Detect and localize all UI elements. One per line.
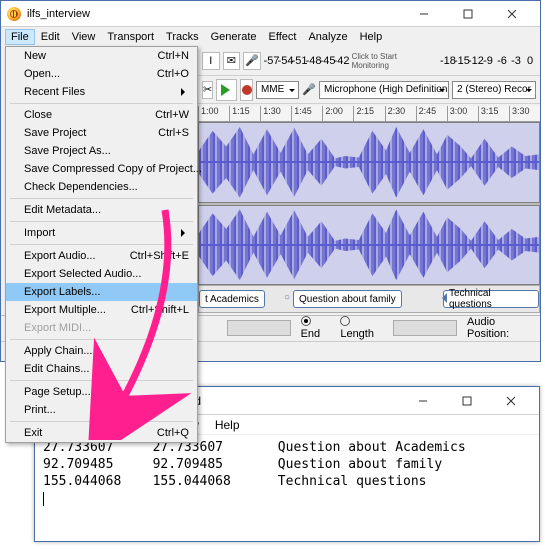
meter-left: -57-54-51-48-45-42 bbox=[264, 55, 346, 67]
minimize-button[interactable] bbox=[402, 1, 446, 27]
menu-tracks[interactable]: Tracks bbox=[160, 29, 205, 45]
file-menu-save-project-as[interactable]: Save Project As... bbox=[6, 142, 197, 160]
notepad-text-area[interactable]: 27.733607 27.733607 Question about Acade… bbox=[35, 435, 539, 511]
sel-end-field[interactable] bbox=[393, 320, 457, 336]
audacity-title: ilfs_interview bbox=[27, 8, 402, 20]
file-menu-page-setup[interactable]: Page Setup... bbox=[6, 383, 197, 401]
file-menu-save-project[interactable]: Save ProjectCtrl+S bbox=[6, 124, 197, 142]
audacity-logo-icon bbox=[7, 7, 21, 21]
end-radio[interactable] bbox=[301, 316, 311, 326]
record-button[interactable] bbox=[240, 79, 253, 101]
transport-row: ✂ MME 🎤 Microphone (High Definition 2 (S… bbox=[198, 76, 540, 104]
menu-view[interactable]: View bbox=[66, 29, 102, 45]
host-select[interactable]: MME bbox=[256, 81, 299, 99]
file-menu-recent-files[interactable]: Recent Files bbox=[6, 83, 197, 101]
file-menu-check-dependencies[interactable]: Check Dependencies... bbox=[6, 178, 197, 196]
file-menu-export-audio[interactable]: Export Audio...Ctrl+Shift+E bbox=[6, 247, 197, 265]
menu-effect[interactable]: Effect bbox=[263, 29, 303, 45]
maximize-button[interactable] bbox=[446, 1, 490, 27]
length-radio[interactable] bbox=[340, 316, 350, 326]
file-menu-save-compressed-copy-of-project[interactable]: Save Compressed Copy of Project... bbox=[6, 160, 197, 178]
time-ruler[interactable]: 1:001:151:301:452:002:152:302:453:003:15… bbox=[198, 106, 540, 122]
file-menu-import[interactable]: Import bbox=[6, 224, 197, 242]
label-marker[interactable]: t Academics bbox=[199, 290, 265, 308]
menu-file[interactable]: File bbox=[5, 29, 35, 45]
waveform-channel-1[interactable] bbox=[198, 122, 540, 203]
meter-row: I ✉ 🎤 -57-54-51-48-45-42 Click to Start … bbox=[198, 46, 540, 76]
file-menu-new[interactable]: NewCtrl+N bbox=[6, 47, 197, 65]
file-menu-export-midi: Export MIDI... bbox=[6, 319, 197, 337]
audacity-window: ilfs_interview FileEditViewTransportTrac… bbox=[0, 0, 541, 362]
label-track[interactable]: t Academics Question about family Technica… bbox=[198, 285, 540, 313]
waveform-area[interactable] bbox=[198, 122, 540, 285]
file-menu-export-labels[interactable]: Export Labels... bbox=[6, 283, 197, 301]
tool-icon[interactable]: ✉ bbox=[223, 52, 241, 70]
channels-select[interactable]: 2 (Stereo) Recor bbox=[452, 81, 536, 99]
np-minimize-button[interactable] bbox=[401, 388, 445, 414]
file-menu-edit-metadata[interactable]: Edit Metadata... bbox=[6, 201, 197, 219]
start-monitor-label[interactable]: Click to Start Monitoring bbox=[349, 52, 437, 70]
np-maximize-button[interactable] bbox=[445, 388, 489, 414]
file-menu-close[interactable]: CloseCtrl+W bbox=[6, 106, 197, 124]
label-marker[interactable]: Technical questions bbox=[443, 290, 539, 308]
file-menu-open[interactable]: Open...Ctrl+O bbox=[6, 65, 197, 83]
play-button[interactable] bbox=[216, 79, 237, 101]
audacity-menubar: FileEditViewTransportTracksGenerateEffec… bbox=[1, 27, 540, 46]
file-menu-exit[interactable]: ExitCtrl+Q bbox=[6, 424, 197, 442]
sel-start-field[interactable] bbox=[227, 320, 291, 336]
menu-generate[interactable]: Generate bbox=[205, 29, 263, 45]
menu-edit[interactable]: Edit bbox=[35, 29, 66, 45]
audacity-titlebar: ilfs_interview bbox=[1, 1, 540, 27]
file-menu-print[interactable]: Print... bbox=[6, 401, 197, 419]
file-menu-export-multiple[interactable]: Export Multiple...Ctrl+Shift+L bbox=[6, 301, 197, 319]
file-menu-edit-chains[interactable]: Edit Chains... bbox=[6, 360, 197, 378]
label-marker[interactable]: Question about family bbox=[293, 290, 402, 308]
audio-pos-label: Audio Position: bbox=[467, 316, 534, 340]
close-button[interactable] bbox=[490, 1, 534, 27]
menu-transport[interactable]: Transport bbox=[101, 29, 160, 45]
menu-help[interactable]: Help bbox=[354, 29, 389, 45]
np-menu-help[interactable]: Help bbox=[207, 416, 248, 434]
mic-icon: 🎤 bbox=[302, 83, 316, 96]
meter-right: -18-15-12-9-6-30 bbox=[440, 55, 536, 67]
tool-icon[interactable]: I bbox=[202, 52, 220, 70]
file-menu-dropdown: NewCtrl+NOpen...Ctrl+ORecent Files CloseC… bbox=[5, 46, 198, 443]
menu-analyze[interactable]: Analyze bbox=[302, 29, 353, 45]
mic-icon: 🎤 bbox=[243, 52, 261, 70]
toolbar-area: I ✉ 🎤 -57-54-51-48-45-42 Click to Start … bbox=[198, 46, 540, 106]
file-menu-apply-chain[interactable]: Apply Chain... bbox=[6, 342, 197, 360]
file-menu-export-selected-audio[interactable]: Export Selected Audio... bbox=[6, 265, 197, 283]
cut-icon[interactable]: ✂ bbox=[202, 81, 213, 99]
input-select[interactable]: Microphone (High Definition bbox=[319, 81, 449, 99]
waveform-channel-2[interactable] bbox=[198, 205, 540, 286]
np-close-button[interactable] bbox=[489, 388, 533, 414]
